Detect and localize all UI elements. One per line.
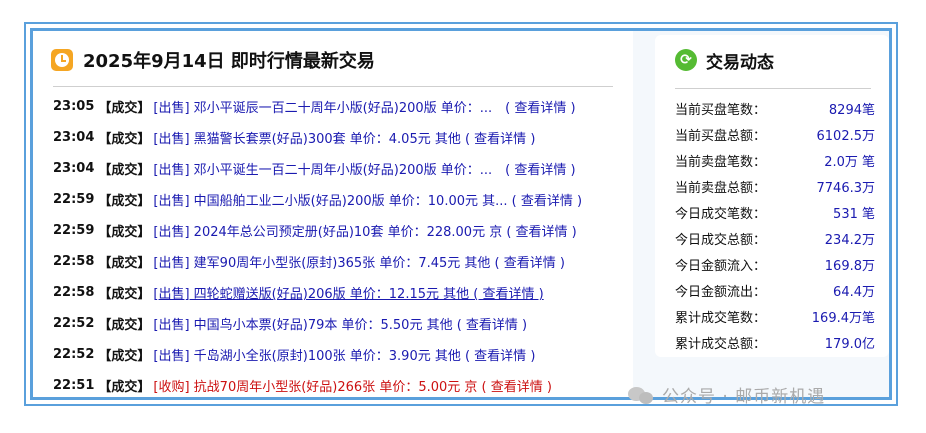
trade-row: 22:59 【成交】 [出售] 2024年总公司预定册(好品)10套 单价：22… <box>53 215 628 246</box>
stat-row: 当前卖盘笔数： 2.0万 笔 <box>675 147 875 173</box>
stat-value: 8294笔 <box>828 102 875 118</box>
stat-label: 当前买盘笔数： <box>675 102 767 118</box>
stat-value: 169.8万 <box>824 258 875 274</box>
trade-status: 【成交】 <box>98 380 151 395</box>
stat-value: 7746.3万 <box>816 180 876 196</box>
stat-value: 64.4万 <box>833 284 875 300</box>
header-divider <box>675 88 871 89</box>
stat-row: 今日成交总额： 234.2万 <box>675 225 875 251</box>
trade-link[interactable]: [出售] 中国鸟小本票(好品)79本 单价：5.50元 其他 ( 查看详情 ) <box>153 314 527 333</box>
trade-link[interactable]: [出售] 黑猫警长套票(好品)300套 单价：4.05元 其他 ( 查看详情 ) <box>153 128 535 147</box>
trade-status: 【成交】 <box>98 194 151 209</box>
trade-time: 22:58 <box>53 285 95 300</box>
latest-trades-header: 2025年9月14日 即时行情最新交易 <box>51 45 375 75</box>
trade-row: 22:58 【成交】 [出售] 四轮蛇赠送版(好品)206版 单价：12.15元… <box>53 277 628 308</box>
clock-icon <box>51 49 73 71</box>
trade-link[interactable]: [出售] 建军90周年小型张(原封)365张 单价：7.45元 其他 ( 查看详… <box>153 252 565 271</box>
trade-status: 【成交】 <box>98 163 151 178</box>
stat-label: 当前卖盘笔数： <box>675 154 767 170</box>
watermark-text: 公众号 · 邮币新机遇 <box>662 387 826 407</box>
trade-row: 23:04 【成交】 [出售] 邓小平诞生一百二十周年小版(好品)200版 单价… <box>53 153 628 184</box>
stat-row: 累计成交总额： 179.0亿 <box>675 329 875 355</box>
stat-row: 当前卖盘总额： 7746.3万 <box>675 173 875 199</box>
trade-dynamics-header: ⟳ 交易动态 <box>675 45 774 75</box>
wechat-icon <box>628 385 654 405</box>
trade-status: 【成交】 <box>98 349 151 364</box>
stats-list: 当前买盘笔数： 8294笔 当前买盘总额： 6102.5万 当前卖盘笔数： 2.0万 … <box>675 95 875 355</box>
stat-label: 今日金额流入： <box>675 258 767 274</box>
trade-time: 22:51 <box>53 378 95 393</box>
trade-time: 23:05 <box>53 99 95 114</box>
trade-link[interactable]: [出售] 邓小平诞辰一百二十周年小版(好品)200版 单价：... ( 查看详情… <box>153 97 575 116</box>
watermark: 公众号 · 邮币新机遇 <box>628 382 825 407</box>
trade-row: 22:58 【成交】 [出售] 建军90周年小型张(原封)365张 单价：7.4… <box>53 246 628 277</box>
stat-value: 234.2万 <box>824 232 875 248</box>
trade-link[interactable]: [出售] 四轮蛇赠送版(好品)206版 单价：12.15元 其他 ( 查看详情 … <box>153 283 543 302</box>
trade-link[interactable]: [出售] 中国船舶工业二小版(好品)200版 单价：10.00元 其... ( … <box>153 190 582 209</box>
stat-label: 当前买盘总额： <box>675 128 767 144</box>
trade-list: 23:05 【成交】 [出售] 邓小平诞辰一百二十周年小版(好品)200版 单价… <box>53 91 628 401</box>
trade-row: 23:05 【成交】 [出售] 邓小平诞辰一百二十周年小版(好品)200版 单价… <box>53 91 628 122</box>
trade-status: 【成交】 <box>98 256 151 271</box>
stat-label: 今日金额流出： <box>675 284 767 300</box>
stat-row: 累计成交笔数： 169.4万笔 <box>675 303 875 329</box>
outer-frame: 2025年9月14日 即时行情最新交易 23:05 【成交】 [出售] 邓小平诞… <box>24 22 898 406</box>
trade-row: 22:51 【成交】 [收购] 抗战70周年小型张(好品)266张 单价：5.0… <box>53 370 628 401</box>
stat-label: 今日成交总额： <box>675 232 767 248</box>
stat-label: 今日成交笔数： <box>675 206 767 222</box>
trade-time: 23:04 <box>53 130 95 145</box>
stat-label: 当前卖盘总额： <box>675 180 767 196</box>
trade-time: 22:59 <box>53 192 95 207</box>
stat-row: 今日金额流入： 169.8万 <box>675 251 875 277</box>
stat-value: 531 笔 <box>833 206 875 222</box>
trade-time: 23:04 <box>53 161 95 176</box>
refresh-icon: ⟳ <box>675 49 697 71</box>
trade-row: 22:52 【成交】 [出售] 中国鸟小本票(好品)79本 单价：5.50元 其… <box>53 308 628 339</box>
stat-row: 今日金额流出： 64.4万 <box>675 277 875 303</box>
trade-dynamics-panel: ⟳ 交易动态 当前买盘笔数： 8294笔 当前买盘总额： 6102.5万 当前卖盘笔… <box>655 35 889 357</box>
trade-status: 【成交】 <box>98 287 151 302</box>
trade-status: 【成交】 <box>98 101 151 116</box>
trade-row: 22:52 【成交】 [出售] 千岛湖小全张(原封)100张 单价：3.90元 … <box>53 339 628 370</box>
inner-frame: 2025年9月14日 即时行情最新交易 23:05 【成交】 [出售] 邓小平诞… <box>30 28 892 400</box>
trade-time: 22:59 <box>53 223 95 238</box>
stat-value: 2.0万 笔 <box>824 154 875 170</box>
trade-status: 【成交】 <box>98 132 151 147</box>
trade-status: 【成交】 <box>98 318 151 333</box>
stat-value: 179.0亿 <box>824 336 875 352</box>
stat-value: 6102.5万 <box>816 128 876 144</box>
trade-row: 23:04 【成交】 [出售] 黑猫警长套票(好品)300套 单价：4.05元 … <box>53 122 628 153</box>
stat-value: 169.4万笔 <box>811 310 875 326</box>
stat-row: 当前买盘总额： 6102.5万 <box>675 121 875 147</box>
trade-row: 22:59 【成交】 [出售] 中国船舶工业二小版(好品)200版 单价：10.… <box>53 184 628 215</box>
stat-row: 当前买盘笔数： 8294笔 <box>675 95 875 121</box>
trade-dynamics-title: 交易动态 <box>706 52 774 73</box>
trade-link[interactable]: [收购] 抗战70周年小型张(好品)266张 单价：5.00元 京 ( 查看详情… <box>153 376 552 395</box>
latest-trades-panel: 2025年9月14日 即时行情最新交易 23:05 【成交】 [出售] 邓小平诞… <box>33 31 633 397</box>
trade-time: 22:58 <box>53 254 95 269</box>
stat-label: 累计成交笔数： <box>675 310 767 326</box>
stat-row: 今日成交笔数： 531 笔 <box>675 199 875 225</box>
trade-status: 【成交】 <box>98 225 151 240</box>
stat-label: 累计成交总额： <box>675 336 767 352</box>
trade-link[interactable]: [出售] 千岛湖小全张(原封)100张 单价：3.90元 其他 ( 查看详情 ) <box>153 345 535 364</box>
trade-time: 22:52 <box>53 316 95 331</box>
trade-link[interactable]: [出售] 邓小平诞生一百二十周年小版(好品)200版 单价：... ( 查看详情… <box>153 159 575 178</box>
header-divider <box>53 86 613 87</box>
trade-time: 22:52 <box>53 347 95 362</box>
latest-trades-title: 2025年9月14日 即时行情最新交易 <box>83 51 375 72</box>
trade-link[interactable]: [出售] 2024年总公司预定册(好品)10套 单价：228.00元 京 ( 查… <box>153 221 576 240</box>
